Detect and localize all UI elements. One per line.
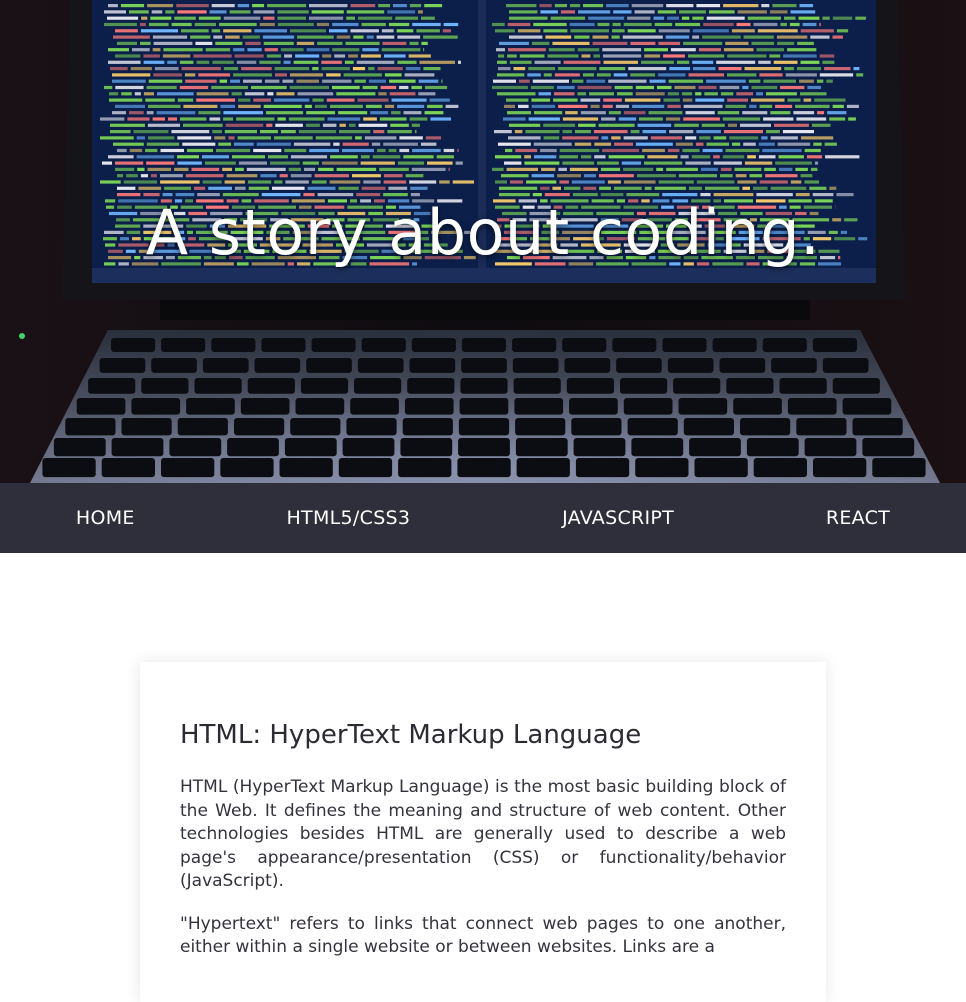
article-paragraph: HTML (HyperText Markup Language) is the … (180, 776, 786, 894)
main-nav: HOME HTML5/CSS3 JAVASCRIPT REACT (0, 483, 966, 553)
hero-title: A story about coding. (0, 196, 966, 269)
nav-home-link[interactable]: HOME (66, 499, 145, 537)
article-card: HTML: HyperText Markup Language HTML (Hy… (140, 662, 826, 1002)
article-heading: HTML: HyperText Markup Language (180, 720, 786, 750)
hero-banner: A story about coding. (0, 0, 966, 483)
article-paragraph: "Hypertext" refers to links that connect… (180, 913, 786, 960)
nav-javascript-link[interactable]: JAVASCRIPT (552, 499, 684, 537)
nav-react-link[interactable]: REACT (816, 499, 900, 537)
nav-html5-css3-link[interactable]: HTML5/CSS3 (276, 499, 420, 537)
